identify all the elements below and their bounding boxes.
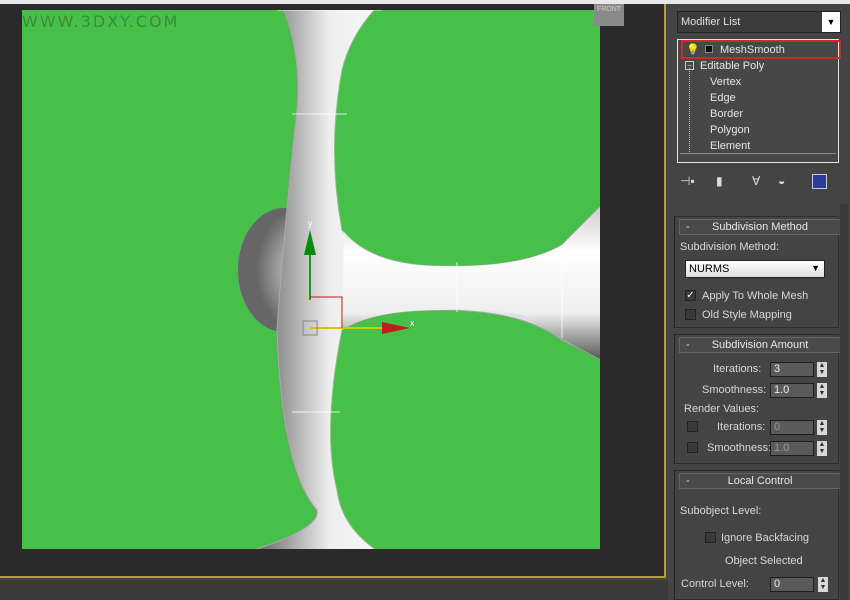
rollout-title: Subdivision Method (711, 221, 808, 233)
iterations-label: Iterations: (713, 363, 762, 375)
rollout-subdivision-method: - Subdivision Method Subdivision Method: … (674, 216, 841, 328)
iterations-input[interactable]: 3 (770, 362, 814, 377)
viewport-background: y x (22, 10, 600, 549)
control-level-spinner[interactable]: ▲ ▼ (818, 577, 828, 592)
apply-whole-mesh-label: Apply To Whole Mesh (702, 290, 809, 302)
render-iterations-checkbox[interactable] (687, 421, 698, 432)
old-style-mapping-checkbox[interactable] (685, 309, 696, 320)
render-smoothness-checkbox[interactable] (687, 442, 698, 453)
watermark: WWW.3DXY.COM (22, 12, 180, 31)
make-unique-icon[interactable]: ∀ (752, 174, 760, 188)
axis-x-label: x (410, 318, 415, 328)
render-iterations-spinner[interactable]: ▲ ▼ (817, 420, 827, 435)
stack-item-editable-poly[interactable]: Editable Poly (700, 60, 764, 72)
smoothness-spinner[interactable]: ▲ ▼ (817, 383, 827, 398)
chevron-down-icon[interactable]: ▼ (822, 12, 840, 32)
stack-sub-edge[interactable]: Edge (710, 92, 736, 104)
smoothness-label: Smoothness: (702, 384, 767, 396)
divider (680, 153, 836, 154)
smoothness-input[interactable]: 1.0 (770, 383, 814, 398)
stack-sub-border[interactable]: Border (710, 108, 743, 120)
ignore-backfacing-checkbox[interactable] (705, 532, 716, 543)
status-area (0, 580, 668, 600)
old-style-mapping-label: Old Style Mapping (702, 309, 792, 321)
stack-sub-polygon[interactable]: Polygon (710, 124, 750, 136)
mesh-arm (342, 207, 600, 359)
show-end-result-icon[interactable]: ▮ (716, 174, 723, 188)
method-dropdown[interactable]: NURMS ▼ (685, 260, 825, 278)
subobject-level-label: Subobject Level: (680, 505, 762, 517)
configure-modifier-sets-icon[interactable] (812, 174, 827, 189)
control-level-input[interactable]: 0 (770, 577, 814, 592)
rollout-header[interactable]: - Subdivision Method (679, 219, 841, 235)
rollout-header[interactable]: - Local Control (679, 473, 841, 489)
rollout-header[interactable]: - Subdivision Amount (679, 337, 841, 353)
apply-whole-mesh-checkbox[interactable]: ✓ (685, 290, 696, 301)
selection-status: Object Selected (725, 555, 803, 567)
stack-sub-element[interactable]: Element (710, 140, 750, 152)
stack-item-meshsmooth[interactable]: MeshSmooth (720, 44, 785, 56)
method-value: NURMS (689, 263, 730, 275)
modifier-list-dropdown[interactable]: Modifier List ▼ (677, 11, 841, 33)
panel-scrollbar[interactable] (840, 204, 848, 600)
method-label: Subdivision Method: (680, 241, 780, 253)
stack-sub-vertex[interactable]: Vertex (710, 76, 741, 88)
axis-y-label: y (308, 218, 313, 228)
mesh-object[interactable]: y x (22, 10, 600, 549)
tree-line (689, 68, 690, 152)
rollout-title: Subdivision Amount (711, 339, 809, 351)
render-iterations-input[interactable]: 0 (770, 420, 814, 435)
viewport-front[interactable]: y x WWW.3DXY.COM FRONT (0, 4, 666, 578)
viewcube[interactable]: FRONT (594, 4, 624, 26)
rollout-subdivision-amount: - Subdivision Amount Iterations: 3 ▲ ▼ Smo… (674, 334, 841, 464)
rollout-local-control: - Local Control Subobject Level: Ignore B… (674, 470, 841, 600)
lightbulb-icon[interactable]: 💡 (686, 43, 700, 56)
rollout-title: Local Control (727, 475, 793, 487)
modifier-stack[interactable]: 💡 MeshSmooth − Editable Poly Vertex Edge… (677, 39, 841, 163)
modify-panel: Modifier List ▼ 💡 MeshSmooth − Editable P… (668, 4, 850, 600)
render-values-label: Render Values: (684, 403, 760, 415)
render-smoothness-input[interactable]: 1.0 (770, 441, 814, 456)
render-smoothness-spinner[interactable]: ▲ ▼ (817, 441, 827, 456)
render-smoothness-label: Smoothness: (707, 442, 772, 454)
viewcube-label: FRONT (596, 6, 622, 13)
remove-modifier-icon[interactable]: ◒ (778, 174, 785, 188)
gizmo-x-arrow[interactable] (382, 322, 410, 334)
pin-stack-icon[interactable]: ⊣▪ (680, 174, 695, 188)
modifier-list-label: Modifier List (681, 16, 741, 28)
ignore-backfacing-label: Ignore Backfacing (721, 532, 810, 544)
render-iterations-label: Iterations: (717, 421, 766, 433)
control-level-label: Control Level: (681, 578, 749, 590)
chevron-down-icon: ▼ (811, 263, 820, 273)
expand-plus-icon[interactable] (705, 45, 713, 53)
iterations-spinner[interactable]: ▲ ▼ (817, 362, 827, 377)
